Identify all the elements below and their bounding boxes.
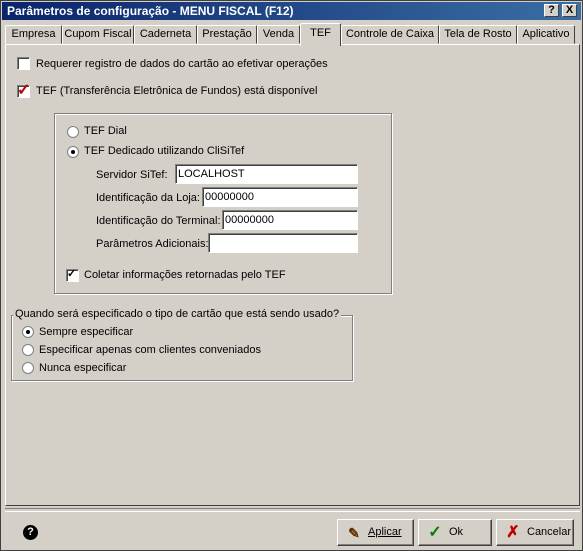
- tef-panel: Requerer registro de dados do cartão ao …: [5, 44, 580, 506]
- tef-dedicated-label: TEF Dedicado utilizando CliSiTef: [84, 145, 245, 157]
- tab-aplicativo[interactable]: Aplicativo: [517, 25, 575, 44]
- require-card-data-checkbox[interactable]: [17, 57, 30, 70]
- card-type-conveniados-radio[interactable]: [22, 344, 34, 356]
- tab-tef[interactable]: TEF: [300, 23, 341, 46]
- help-icon[interactable]: ?: [23, 525, 38, 540]
- tab-cupom-fiscal[interactable]: Cupom Fiscal: [62, 25, 134, 44]
- card-type-never-label: Nunca especificar: [39, 362, 127, 374]
- tab-venda[interactable]: Venda: [257, 25, 300, 44]
- tef-dial-radio[interactable]: [67, 126, 79, 138]
- tef-settings-group: TEF Dial TEF Dedicado utilizando CliSiTe…: [54, 113, 392, 294]
- card-type-never-radio[interactable]: [22, 362, 34, 374]
- card-type-conveniados-label: Especificar apenas com clientes convenia…: [39, 344, 261, 356]
- window-title: Parâmetros de configuração - MENU FISCAL…: [7, 4, 294, 18]
- check-red-icon: ✓: [17, 82, 31, 99]
- require-card-data-label: Requerer registro de dados do cartão ao …: [36, 58, 328, 70]
- apply-button[interactable]: ✎ Aplicar: [337, 519, 414, 546]
- ok-button[interactable]: ✓ Ok: [418, 519, 492, 546]
- extra-params-label: Parâmetros Adicionais:: [96, 238, 209, 250]
- server-input[interactable]: LOCALHOST: [175, 164, 358, 184]
- tef-available-label: TEF (Transferência Eletrônica de Fundos)…: [36, 85, 318, 97]
- tab-prestacao[interactable]: Prestação: [197, 25, 257, 44]
- ok-check-icon: ✓: [428, 524, 442, 541]
- tab-controle-de-caixa[interactable]: Controle de Caixa: [341, 25, 439, 44]
- tef-dedicated-radio[interactable]: [67, 146, 79, 158]
- tef-dial-label: TEF Dial: [84, 125, 127, 137]
- tab-empresa[interactable]: Empresa: [5, 25, 62, 44]
- cancel-button[interactable]: ✗ Cancelar: [496, 519, 574, 546]
- close-button[interactable]: X: [562, 4, 577, 17]
- store-id-input[interactable]: 00000000: [202, 187, 358, 207]
- collect-info-label: Coletar informações retornadas pelo TEF: [84, 269, 286, 281]
- terminal-id-input[interactable]: 00000000: [222, 210, 358, 230]
- help-title-button[interactable]: ?: [544, 4, 559, 17]
- card-type-always-label: Sempre especificar: [39, 326, 134, 338]
- config-dialog: Parâmetros de configuração - MENU FISCAL…: [0, 0, 583, 551]
- tab-caderneta[interactable]: Caderneta: [134, 25, 197, 44]
- tab-tela-de-rosto[interactable]: Tela de Rosto: [439, 25, 517, 44]
- title-bar: Parâmetros de configuração - MENU FISCAL…: [2, 2, 581, 20]
- extra-params-input[interactable]: [208, 233, 358, 253]
- apply-icon: ✎: [348, 525, 360, 541]
- terminal-id-label: Identificação do Terminal:: [96, 215, 221, 227]
- card-type-group: Sempre especificar Especificar apenas co…: [11, 315, 353, 381]
- tef-available-checkbox[interactable]: ✓: [17, 82, 30, 99]
- cancel-x-icon: ✗: [506, 524, 520, 541]
- server-label: Servidor SiTef:: [96, 169, 168, 181]
- collect-info-checkbox[interactable]: ✓: [66, 268, 79, 282]
- store-id-label: Identificação da Loja:: [96, 192, 200, 204]
- card-type-always-radio[interactable]: [22, 326, 34, 338]
- card-type-legend: Quando será especificado o tipo de cartã…: [13, 308, 342, 320]
- tab-strip: Empresa Cupom Fiscal Caderneta Prestação…: [5, 23, 580, 46]
- check-icon: ✓: [67, 268, 77, 280]
- bottom-separator: [5, 508, 580, 512]
